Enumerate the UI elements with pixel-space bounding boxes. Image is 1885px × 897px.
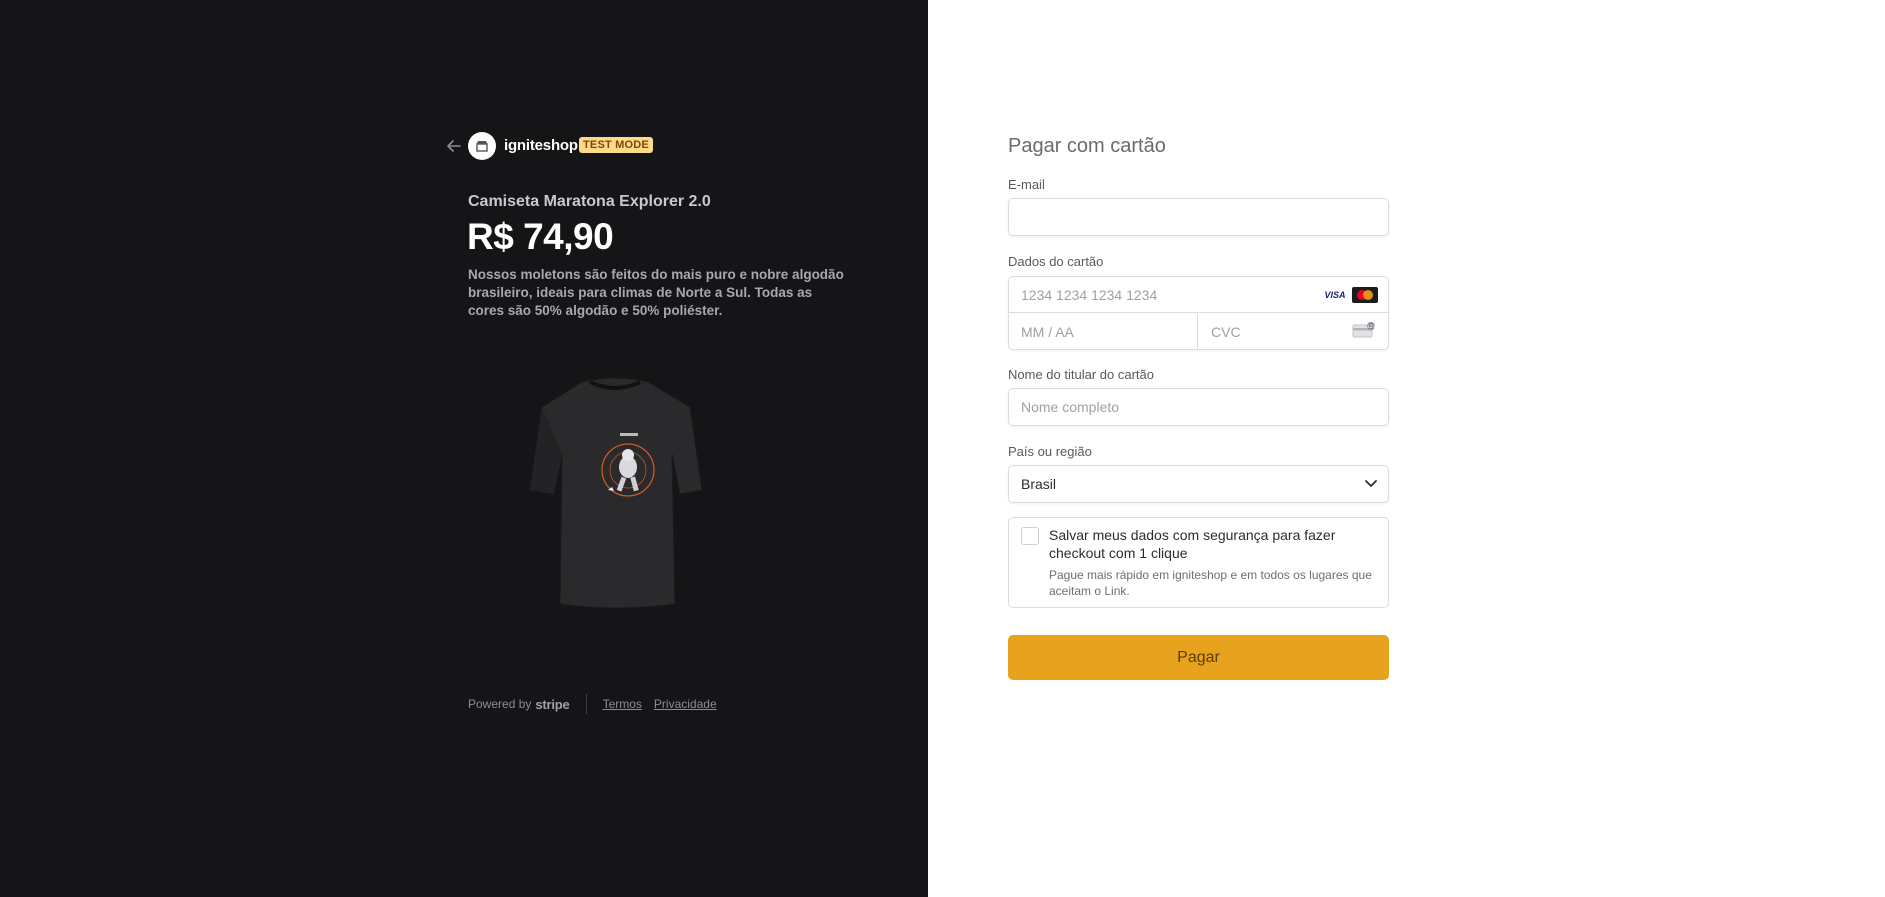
visa-icon: VISA xyxy=(1324,290,1346,300)
cardholder-label: Nome do titular do cartão xyxy=(1008,367,1154,382)
stripe-logo: stripe xyxy=(535,696,570,712)
card-brands: VISA xyxy=(1322,287,1378,303)
cvc-placeholder: CVC xyxy=(1211,323,1241,340)
card-expiry-input[interactable]: MM / AA xyxy=(1009,314,1198,349)
country-select[interactable]: Brasil xyxy=(1008,465,1389,503)
product-description: Nossos moletons são feitos do mais puro … xyxy=(468,267,844,318)
country-value: Brasil xyxy=(1021,476,1057,492)
card-details-label: Dados do cartão xyxy=(1008,254,1104,269)
powered-by-stripe[interactable]: Powered by stripe xyxy=(468,697,570,712)
svg-text:123: 123 xyxy=(1367,324,1376,330)
footer-divider xyxy=(585,694,587,714)
tshirt-image xyxy=(520,372,710,612)
powered-by-label: Powered by xyxy=(468,697,532,711)
country-label: País ou região xyxy=(1008,444,1092,459)
email-field[interactable] xyxy=(1008,198,1389,236)
save-info-checkbox[interactable] xyxy=(1021,527,1039,545)
pay-button[interactable]: Pagar xyxy=(1008,635,1389,680)
test-mode-badge: TEST MODE xyxy=(579,137,653,153)
chevron-down-icon xyxy=(1365,480,1377,487)
mastercard-icon xyxy=(1352,287,1378,303)
product-price: R$ 74,90 xyxy=(467,216,614,257)
product-summary-pane: igniteshop TEST MODE Camiseta Maratona E… xyxy=(0,0,928,897)
footer: Powered by stripe Termos Privacidade xyxy=(468,694,729,714)
form-title: Pagar com cartão xyxy=(1008,135,1166,157)
arrow-left-icon xyxy=(447,140,461,152)
cardholder-name-input[interactable]: Nome completo xyxy=(1008,388,1389,426)
save-info-panel: Salvar meus dados com segurança para faz… xyxy=(1008,517,1389,608)
cvc-card-icon: 123 xyxy=(1352,322,1376,338)
store-name: igniteshop xyxy=(504,137,578,154)
privacy-link[interactable]: Privacidade xyxy=(654,697,717,711)
save-info-description: Pague mais rápido em igniteshop e em tod… xyxy=(1049,568,1372,598)
card-cvc-input[interactable]: CVC 123 xyxy=(1199,314,1388,349)
save-info-title: Salvar meus dados com segurança para faz… xyxy=(1049,527,1336,561)
email-label: E-mail xyxy=(1008,177,1045,192)
back-button[interactable] xyxy=(444,136,464,156)
store-avatar xyxy=(468,132,496,160)
product-name: Camiseta Maratona Explorer 2.0 xyxy=(468,193,711,210)
terms-link[interactable]: Termos xyxy=(603,697,642,711)
card-details-group: 1234 1234 1234 1234 VISA MM / AA CVC 123 xyxy=(1008,276,1389,350)
store-icon xyxy=(476,141,488,152)
